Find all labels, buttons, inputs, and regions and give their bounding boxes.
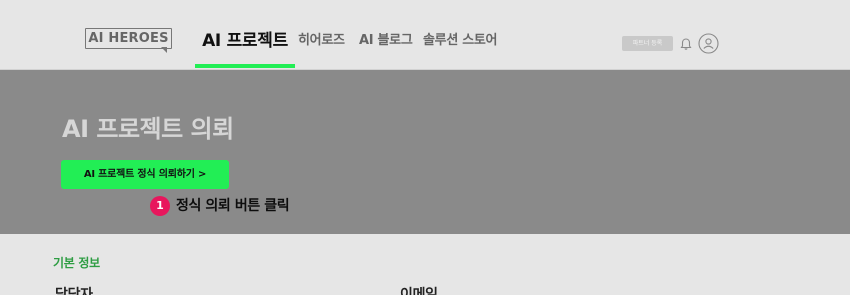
logo-text: AI HEROES bbox=[88, 31, 169, 46]
hero-banner: AI 프로젝트 의뢰 AI 프로젝트 정식 의뢰하기 > 1 정식 의뢰 버튼 … bbox=[0, 70, 850, 234]
bell-icon[interactable] bbox=[679, 36, 693, 50]
nav-item-label: AI 프로젝트 bbox=[202, 31, 288, 51]
basic-info-heading: 기본 정보 bbox=[53, 256, 100, 270]
email-field-label: 이메일 bbox=[400, 287, 438, 295]
top-header: AI HEROES AI 프로젝트 히어로즈 AI 블로그 솔루션 스토어 파트… bbox=[0, 0, 850, 70]
user-icon[interactable] bbox=[698, 33, 719, 54]
step-number-badge: 1 bbox=[150, 196, 170, 216]
partner-register-button[interactable]: 파트너 등록 bbox=[622, 36, 673, 51]
nav-item-ai-blog[interactable]: AI 블로그 bbox=[359, 33, 413, 49]
step-instruction: 정식 의뢰 버튼 클릭 bbox=[176, 198, 290, 214]
nav-item-ai-project[interactable]: AI 프로젝트 bbox=[195, 30, 295, 70]
nav-item-heroes[interactable]: 히어로즈 bbox=[298, 33, 345, 49]
page-title: AI 프로젝트 의뢰 bbox=[62, 115, 234, 143]
manager-field-label: 담당자 bbox=[55, 287, 93, 295]
active-nav-underline bbox=[195, 64, 295, 68]
formal-request-button[interactable]: AI 프로젝트 정식 의뢰하기 > bbox=[61, 160, 229, 189]
ai-heroes-logo[interactable]: AI HEROES bbox=[85, 28, 173, 53]
nav-item-solution-store[interactable]: 솔루션 스토어 bbox=[423, 33, 497, 49]
